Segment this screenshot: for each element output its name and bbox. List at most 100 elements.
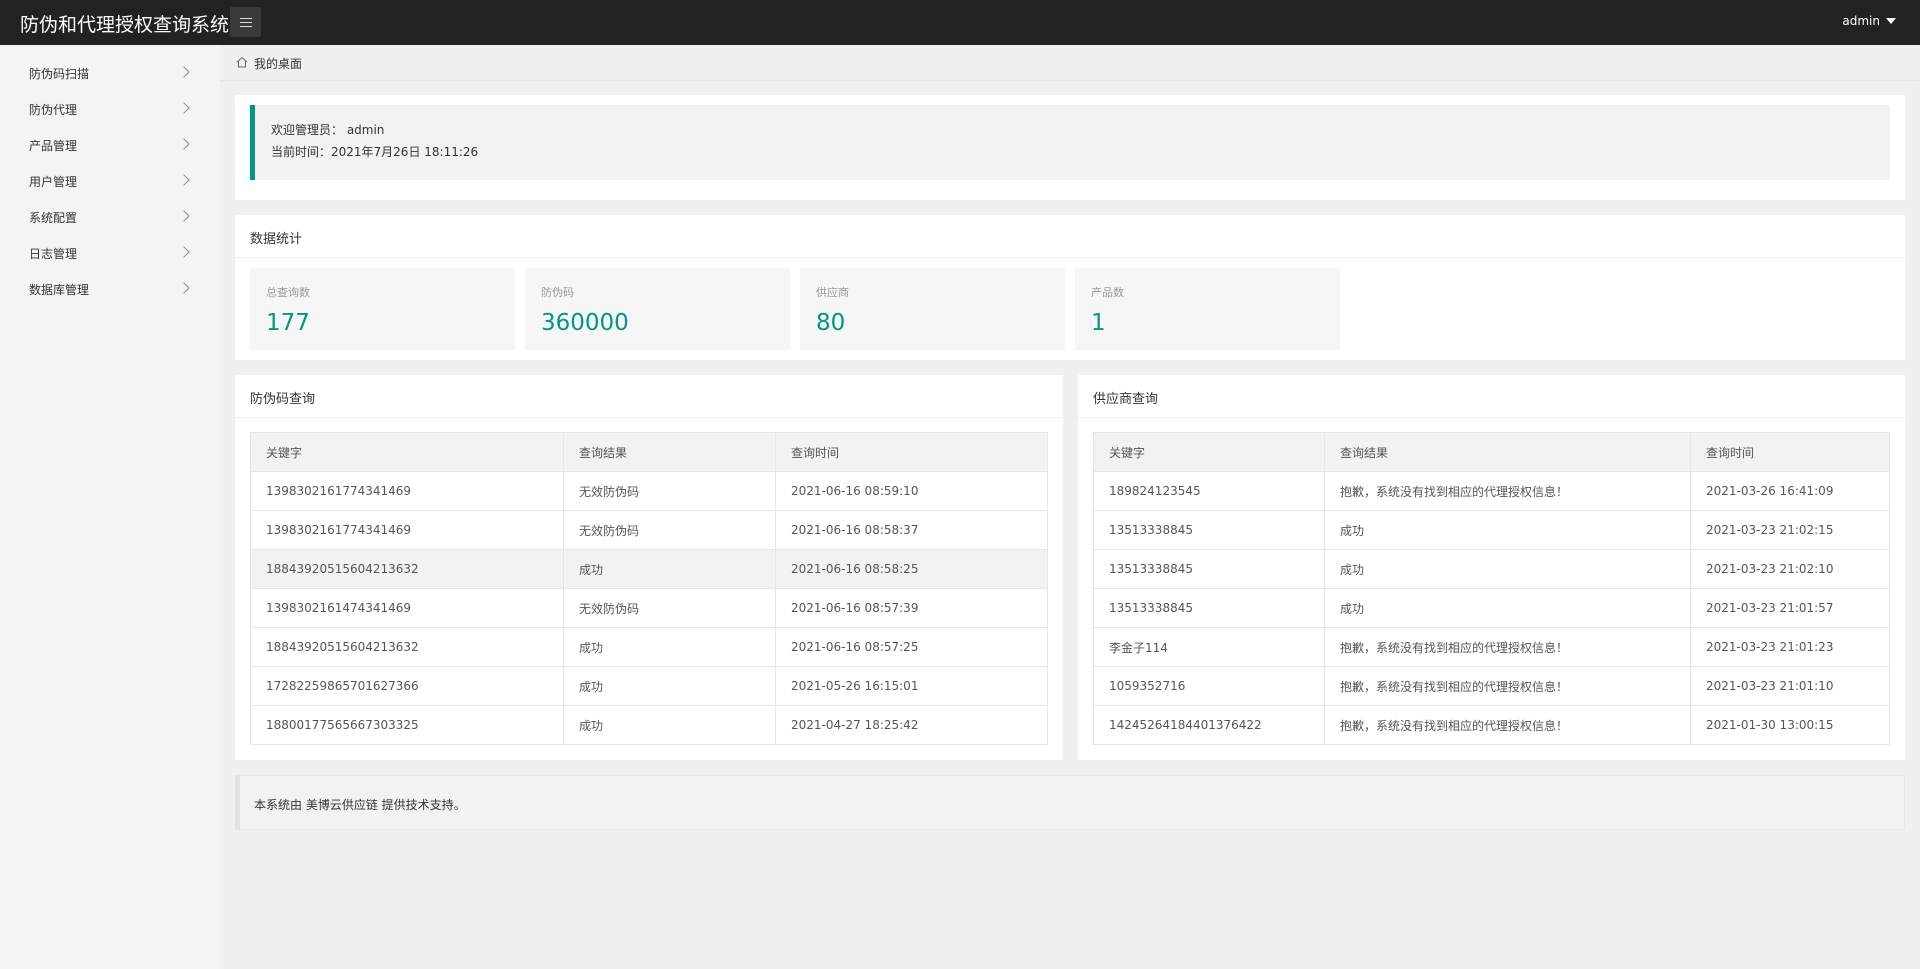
sidebar-item-label: 数据库管理 — [29, 282, 90, 297]
user-name: admin — [1842, 14, 1880, 28]
sidebar-item-label: 系统配置 — [29, 210, 78, 225]
table-cell: 成功 — [563, 705, 776, 745]
table-row[interactable]: 1398302161774341469 无效防伪码 2021-06-16 08:59… — [250, 471, 1048, 511]
top-bar: 防伪和代理授权查询系统 admin — [0, 0, 1920, 45]
sidebar-item-logs[interactable]: 日志管理 — [0, 235, 220, 271]
code-query-card: 防伪码查询 关键字 查询结果 查询时间 1398302161774341469 无… — [235, 375, 1063, 760]
table-cell: 13513338845 — [1093, 549, 1325, 589]
sidebar-item-label: 用户管理 — [29, 174, 78, 189]
sidebar-item-users[interactable]: 用户管理 — [0, 163, 220, 199]
sidebar-item-products[interactable]: 产品管理 — [0, 127, 220, 163]
sidebar-item-agent[interactable]: 防伪代理 — [0, 91, 220, 127]
welcome-card: 欢迎管理员： admin 当前时间：2021年7月26日 18:11:26 — [235, 95, 1905, 200]
welcome-quote: 欢迎管理员： admin 当前时间：2021年7月26日 18:11:26 — [250, 105, 1890, 180]
table-cell: 2021-03-23 21:01:10 — [1690, 666, 1890, 706]
table-cell: 1059352716 — [1093, 666, 1325, 706]
sidebar-item-label: 产品管理 — [29, 138, 78, 153]
table-cell: 189824123545 — [1093, 471, 1325, 511]
table-cell: 1398302161774341469 — [250, 471, 564, 511]
column-header: 查询时间 — [775, 432, 1048, 472]
sidebar-item-label: 防伪码扫描 — [29, 66, 90, 81]
table-row[interactable]: 18843920515604213632 成功 2021-06-16 08:57:2… — [250, 627, 1048, 667]
chevron-right-icon — [178, 282, 190, 294]
breadcrumb-item-desktop[interactable]: 我的桌面 — [254, 55, 302, 72]
stat-value: 360000 — [541, 310, 629, 336]
stat-value: 80 — [816, 310, 846, 336]
sidebar-item-settings[interactable]: 系统配置 — [0, 199, 220, 235]
table-cell: 2021-05-26 16:15:01 — [775, 666, 1048, 706]
table-row[interactable]: 13513338845 成功 2021-03-23 21:01:57 — [1093, 588, 1890, 628]
table-cell: 17282259865701627366 — [250, 666, 564, 706]
user-menu[interactable]: admin — [1842, 14, 1896, 28]
column-header: 关键字 — [1093, 432, 1325, 472]
supplier-query-card: 供应商查询 关键字 查询结果 查询时间 189824123545 抱歉，系统没有找… — [1078, 375, 1905, 760]
table-cell: 1398302161774341469 — [250, 510, 564, 550]
table-cell: 成功 — [1324, 549, 1691, 589]
chevron-right-icon — [178, 66, 190, 78]
column-header: 关键字 — [250, 432, 564, 472]
supplier-query-header: 供应商查询 — [1078, 375, 1905, 418]
table-cell: 抱歉，系统没有找到相应的代理授权信息！ — [1324, 471, 1691, 511]
footer-note: 本系统由 美博云供应链 提供技术支持。 — [235, 775, 1905, 830]
chevron-right-icon — [178, 210, 190, 222]
current-time-text: 当前时间：2021年7月26日 18:11:26 — [271, 145, 479, 159]
table-cell: 无效防伪码 — [563, 471, 776, 511]
table-cell: 2021-06-16 08:57:25 — [775, 627, 1048, 667]
table-cell: 2021-04-27 18:25:42 — [775, 705, 1048, 745]
stat-label: 供应商 — [816, 286, 849, 299]
table-cell: 成功 — [563, 549, 776, 589]
table-row[interactable]: 18800177565667303325 成功 2021-04-27 18:25:4… — [250, 705, 1048, 745]
table-cell: 18843920515604213632 — [250, 627, 564, 667]
table-row[interactable]: 1398302161774341469 无效防伪码 2021-06-16 08:58… — [250, 510, 1048, 550]
stats-card-title: 数据统计 — [250, 232, 303, 247]
table-cell: 14245264184401376422 — [1093, 705, 1325, 745]
breadcrumb: 我的桌面 — [220, 45, 1920, 81]
menu-toggle-icon — [239, 17, 252, 27]
sidebar-item-database[interactable]: 数据库管理 — [0, 271, 220, 307]
stat-value: 177 — [266, 310, 310, 336]
code-query-header: 防伪码查询 — [235, 375, 1063, 418]
table-row[interactable]: 189824123545 抱歉，系统没有找到相应的代理授权信息！ 2021-03-2… — [1093, 471, 1890, 511]
table-row[interactable]: 13513338845 成功 2021-03-23 21:02:15 — [1093, 510, 1890, 550]
menu-toggle-button[interactable] — [230, 7, 261, 37]
stat-tile-codes: 防伪码 360000 — [525, 268, 790, 350]
stat-label: 产品数 — [1091, 286, 1124, 299]
stat-value: 1 — [1091, 310, 1106, 336]
table-cell: 2021-01-30 13:00:15 — [1690, 705, 1890, 745]
table-cell: 2021-03-23 21:01:57 — [1690, 588, 1890, 628]
table-cell: 2021-03-26 16:41:09 — [1690, 471, 1890, 511]
table-cell: 抱歉，系统没有找到相应的代理授权信息！ — [1324, 705, 1691, 745]
stat-tile-products: 产品数 1 — [1075, 268, 1340, 350]
chevron-right-icon — [178, 102, 190, 114]
table-cell: 抱歉，系统没有找到相应的代理授权信息！ — [1324, 666, 1691, 706]
chevron-right-icon — [178, 138, 190, 150]
table-header-row: 关键字 查询结果 查询时间 — [250, 432, 1048, 472]
table-cell: 1398302161474341469 — [250, 588, 564, 628]
column-header: 查询结果 — [563, 432, 776, 472]
stat-tile-total-queries: 总查询数 177 — [250, 268, 515, 350]
table-cell: 2021-03-23 21:01:23 — [1690, 627, 1890, 667]
table-row[interactable]: 13513338845 成功 2021-03-23 21:02:10 — [1093, 549, 1890, 589]
supplier-query-title: 供应商查询 — [1093, 392, 1159, 407]
stat-tile-suppliers: 供应商 80 — [800, 268, 1065, 350]
footer-text: 本系统由 美博云供应链 提供技术支持。 — [254, 798, 466, 812]
stat-label: 总查询数 — [266, 286, 310, 299]
stat-label: 防伪码 — [541, 286, 574, 299]
sidebar-item-scan[interactable]: 防伪码扫描 — [0, 55, 220, 91]
table-row[interactable]: 1059352716 抱歉，系统没有找到相应的代理授权信息！ 2021-03-23 … — [1093, 666, 1890, 706]
table-row[interactable]: 1398302161474341469 无效防伪码 2021-06-16 08:57… — [250, 588, 1048, 628]
table-cell: 18800177565667303325 — [250, 705, 564, 745]
table-cell: 李金子114 — [1093, 627, 1325, 667]
caret-down-icon — [1886, 18, 1896, 24]
table-cell: 2021-03-23 21:02:10 — [1690, 549, 1890, 589]
table-cell: 抱歉，系统没有找到相应的代理授权信息！ — [1324, 627, 1691, 667]
table-row[interactable]: 李金子114 抱歉，系统没有找到相应的代理授权信息！ 2021-03-23 21:0… — [1093, 627, 1890, 667]
code-query-title: 防伪码查询 — [250, 392, 316, 407]
table-cell: 13513338845 — [1093, 510, 1325, 550]
table-cell: 成功 — [563, 627, 776, 667]
table-cell: 成功 — [563, 666, 776, 706]
table-row[interactable]: 14245264184401376422 抱歉，系统没有找到相应的代理授权信息！ 2… — [1093, 705, 1890, 745]
table-row[interactable]: 17282259865701627366 成功 2021-05-26 16:15:0… — [250, 666, 1048, 706]
sidebar: 防伪码扫描 防伪代理 产品管理 用户管理 系统配置 日志管理 数据库管理 — [0, 45, 220, 969]
table-row[interactable]: 1884392051560421363​2 成功 2021-06-16 08:58:… — [250, 549, 1048, 589]
